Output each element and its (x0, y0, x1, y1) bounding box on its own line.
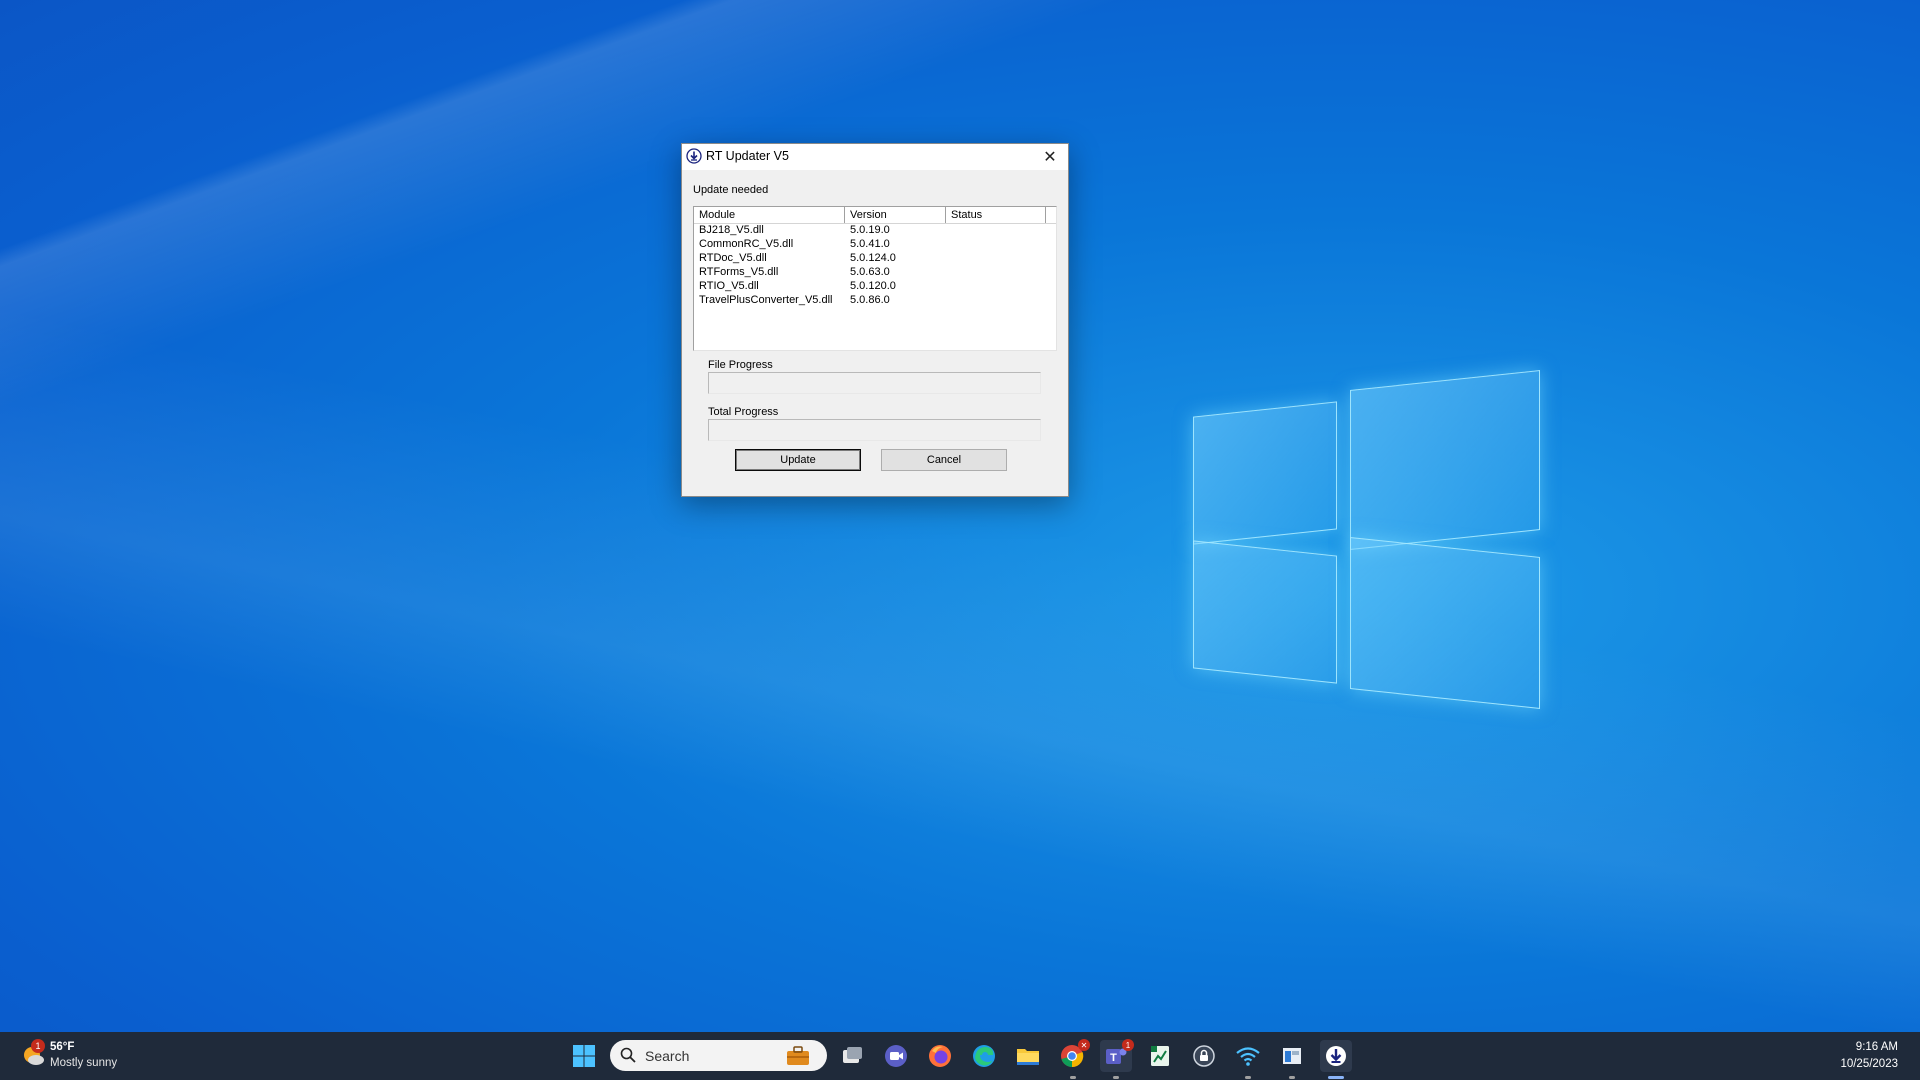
clock-date: 10/25/2023 (1840, 1058, 1898, 1070)
version-cell: 5.0.41.0 (850, 238, 890, 250)
edge-button[interactable] (968, 1040, 1000, 1072)
version-cell: 5.0.124.0 (850, 252, 896, 264)
column-header-status[interactable]: Status (946, 207, 1046, 223)
task-view-button[interactable] (836, 1040, 868, 1072)
module-list-header: Module Version Status (694, 207, 1056, 224)
table-row[interactable]: RTIO_V5.dll 5.0.120.0 (694, 279, 1056, 293)
excel-button[interactable] (1144, 1040, 1176, 1072)
module-cell: RTDoc_V5.dll (699, 252, 767, 264)
total-progress-label: Total Progress (708, 406, 779, 418)
wifi-button[interactable] (1232, 1040, 1264, 1072)
running-indicator (1289, 1076, 1295, 1079)
clock-time: 9:16 AM (1855, 1041, 1898, 1053)
download-app-icon (686, 148, 702, 164)
running-indicator (1245, 1076, 1251, 1079)
rt-updater-taskbar-button[interactable] (1320, 1040, 1352, 1072)
running-indicator (1113, 1076, 1119, 1079)
vpn-lock-icon (1193, 1045, 1215, 1067)
table-row[interactable]: RTForms_V5.dll 5.0.63.0 (694, 265, 1056, 279)
file-progress-bar (708, 372, 1041, 394)
module-cell: RTIO_V5.dll (699, 280, 759, 292)
total-progress-bar (708, 419, 1041, 441)
start-button[interactable] (568, 1040, 600, 1072)
chrome-alert-badge: ✕ (1078, 1039, 1090, 1051)
close-button[interactable]: ✕ (1032, 144, 1068, 170)
table-row[interactable]: CommonRC_V5.dll 5.0.41.0 (694, 237, 1056, 251)
table-row[interactable]: TravelPlusConverter_V5.dll 5.0.86.0 (694, 293, 1056, 307)
version-cell: 5.0.86.0 (850, 294, 890, 306)
task-view-icon (843, 1047, 862, 1063)
version-cell: 5.0.63.0 (850, 266, 890, 278)
close-icon: ✕ (1043, 149, 1057, 166)
rt-updater-dialog: RT Updater V5 ✕ Update needed Module Ver… (681, 143, 1069, 497)
file-explorer-icon (1017, 1049, 1039, 1065)
cancel-button[interactable]: Cancel (881, 449, 1007, 471)
svg-text:T: T (1110, 1052, 1117, 1064)
work-briefcase-icon (787, 1046, 809, 1065)
taskbar: 1 56°F Mostly sunny Search ✕ T 1 9:16 AM… (0, 1032, 1920, 1080)
running-indicator (1070, 1076, 1076, 1079)
module-cell: RTForms_V5.dll (699, 266, 779, 278)
search-icon (620, 1047, 636, 1063)
firefox-icon (929, 1045, 951, 1067)
store-icon (1283, 1048, 1301, 1064)
table-row[interactable]: RTDoc_V5.dll 5.0.124.0 (694, 251, 1056, 265)
version-cell: 5.0.120.0 (850, 280, 896, 292)
weather-temperature: 56°F (50, 1041, 75, 1053)
module-cell: TravelPlusConverter_V5.dll (699, 294, 833, 306)
file-progress-label: File Progress (708, 359, 773, 371)
column-header-module[interactable]: Module (694, 207, 845, 223)
search-placeholder: Search (645, 1048, 690, 1064)
module-cell: CommonRC_V5.dll (699, 238, 794, 250)
taskbar-search-box[interactable]: Search (610, 1040, 827, 1071)
windows-start-icon (573, 1045, 595, 1067)
windows-wallpaper-logo (1190, 370, 1550, 709)
column-header-version[interactable]: Version (845, 207, 946, 223)
file-explorer-button[interactable] (1012, 1040, 1044, 1072)
rt-updater-icon (1326, 1046, 1346, 1066)
teams-notification-badge: 1 (1122, 1039, 1134, 1051)
version-cell: 5.0.19.0 (850, 224, 890, 236)
wifi-icon (1236, 1047, 1260, 1066)
dialog-title: RT Updater V5 (706, 149, 789, 163)
teams-meet-button[interactable] (880, 1040, 912, 1072)
teams-meet-icon (885, 1045, 907, 1067)
weather-description: Mostly sunny (50, 1057, 118, 1069)
module-list[interactable]: Module Version Status BJ218_V5.dll 5.0.1… (693, 206, 1057, 351)
vpn-button[interactable] (1188, 1040, 1220, 1072)
module-cell: BJ218_V5.dll (699, 224, 764, 236)
weather-notification-badge: 1 (31, 1039, 45, 1053)
active-app-indicator (1328, 1076, 1344, 1079)
chrome-button[interactable]: ✕ (1056, 1039, 1090, 1072)
dialog-titlebar[interactable]: RT Updater V5 ✕ (682, 144, 1068, 170)
edge-icon (973, 1045, 995, 1067)
update-button[interactable]: Update (735, 449, 861, 471)
excel-icon (1151, 1046, 1169, 1066)
table-row[interactable]: BJ218_V5.dll 5.0.19.0 (694, 223, 1056, 237)
teams-button[interactable]: T 1 (1100, 1039, 1134, 1072)
firefox-button[interactable] (924, 1040, 956, 1072)
store-button[interactable] (1276, 1040, 1308, 1072)
status-label: Update needed (693, 184, 769, 196)
